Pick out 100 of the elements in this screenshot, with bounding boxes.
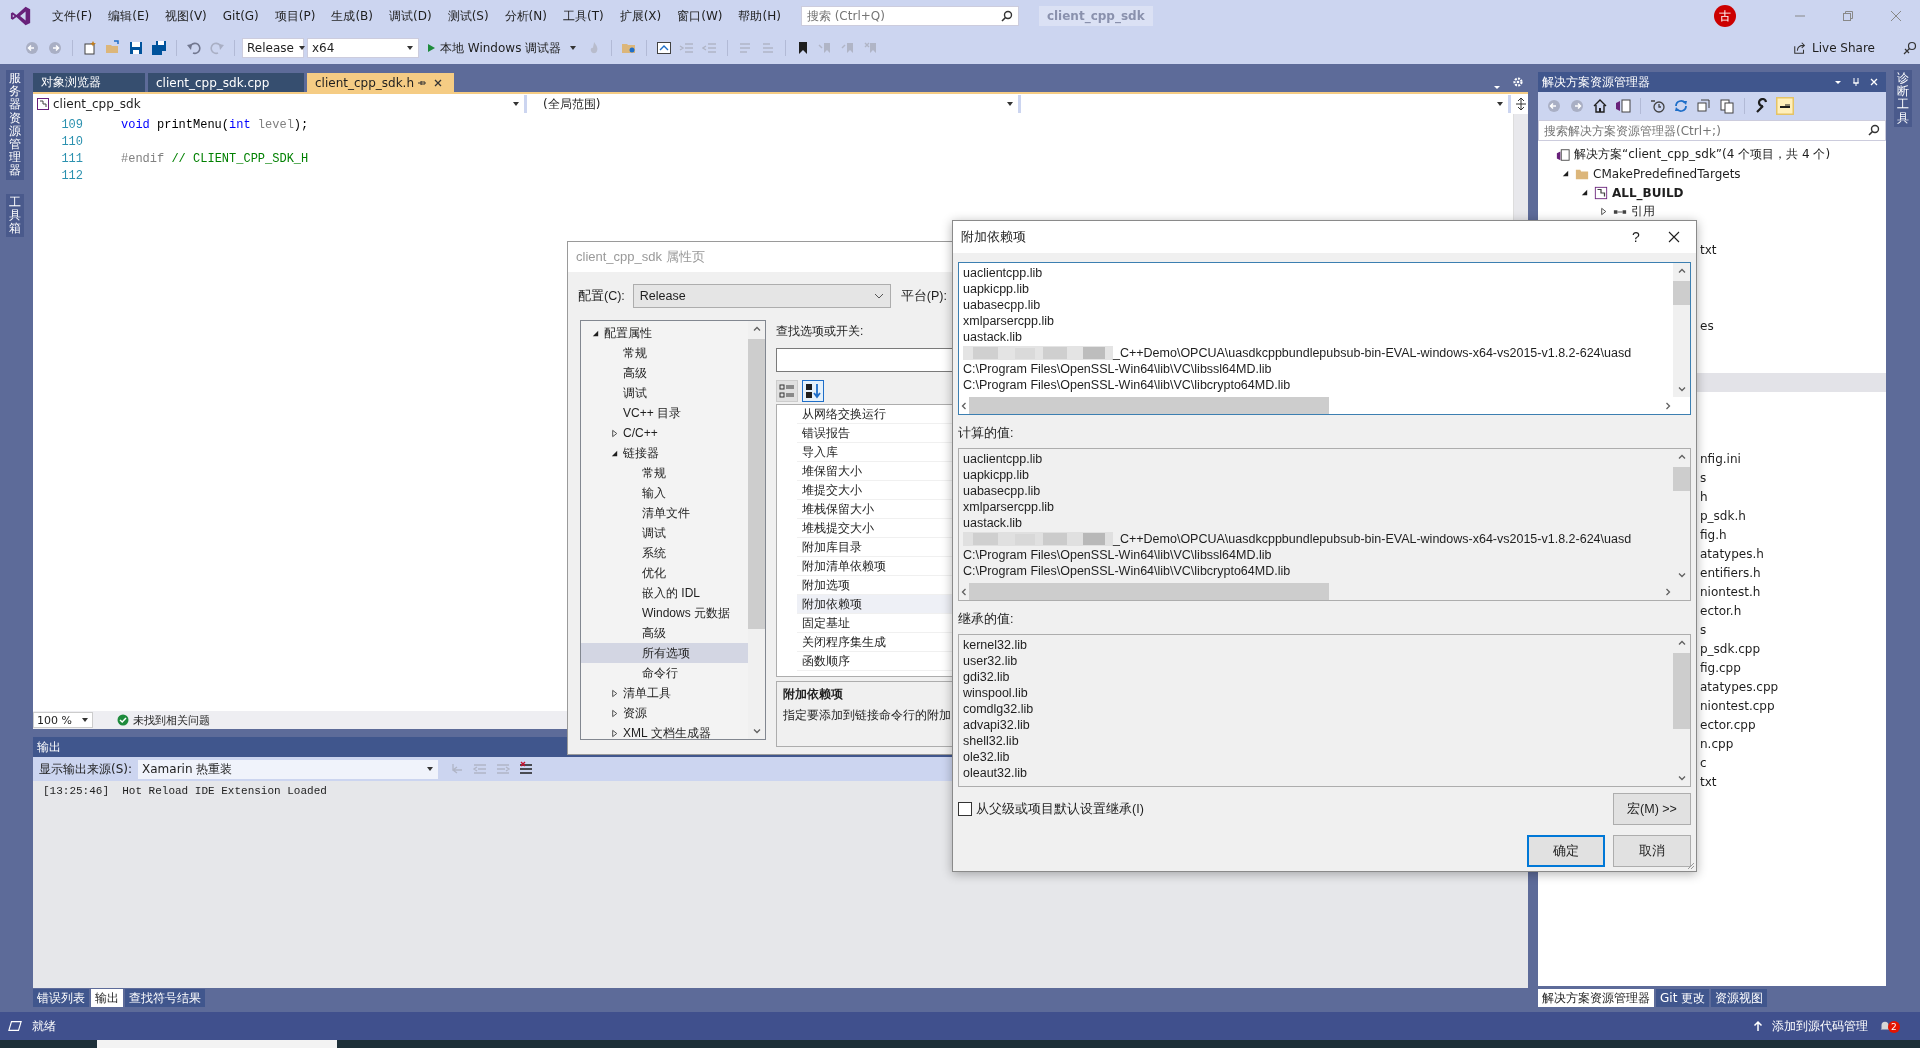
panel-tab[interactable]: 查找符号结果 (125, 989, 205, 1007)
scroll-up-icon[interactable] (1676, 452, 1687, 462)
menu-item[interactable]: 项目(P) (266, 7, 324, 25)
live-share-button[interactable]: Live Share (1787, 39, 1881, 57)
side-tab[interactable]: 诊断工具 (1894, 70, 1912, 127)
panel-tab[interactable]: Git 更改 (1656, 989, 1710, 1007)
configuration-dropdown[interactable]: Release (242, 38, 304, 58)
preview-icon[interactable] (1777, 98, 1793, 114)
tree-item[interactable]: fig.cpp (1700, 660, 1741, 675)
panel-tab[interactable]: 错误列表 (33, 989, 89, 1007)
scroll-down-icon[interactable] (751, 726, 762, 736)
side-tab[interactable]: 服务器资源管理器 (6, 70, 24, 180)
tree-item[interactable]: 输入 (581, 483, 748, 503)
tree-item[interactable]: 命令行 (581, 663, 748, 683)
scroll-up-icon[interactable] (1676, 266, 1687, 276)
close-icon[interactable] (433, 77, 444, 88)
menu-item[interactable]: 扩展(X) (611, 7, 670, 25)
scroll-up-icon[interactable] (751, 324, 762, 334)
tree-item[interactable]: 调试 (581, 383, 748, 403)
checkbox[interactable] (958, 802, 972, 816)
menu-item[interactable]: 帮助(H) (730, 7, 789, 25)
expander-icon[interactable] (1579, 188, 1589, 197)
tree-item[interactable]: es (1700, 318, 1714, 333)
clear-all-icon[interactable] (518, 761, 535, 777)
tree-item[interactable]: txt (1700, 242, 1717, 257)
tree-item[interactable]: c (1700, 755, 1707, 770)
tree-item[interactable]: 清单文件 (581, 503, 748, 523)
copy-icon[interactable] (1719, 98, 1735, 114)
tree-item[interactable]: VC++ 目录 (581, 403, 748, 423)
tree-item[interactable]: h (1700, 489, 1708, 504)
menu-item[interactable]: 生成(B) (323, 7, 381, 25)
menu-item[interactable]: 分析(N) (496, 7, 555, 25)
tree-item[interactable]: Windows 元数据 (581, 603, 748, 623)
dependencies-text-area[interactable] (958, 262, 1691, 415)
panel-tab[interactable]: 解决方案资源管理器 (1538, 989, 1654, 1007)
output-source-dropdown[interactable]: Xamarin 热重装 (138, 759, 439, 779)
home-icon[interactable] (1592, 98, 1608, 114)
tree-item[interactable]: niontest.h (1700, 584, 1761, 599)
undo-icon[interactable] (186, 40, 202, 56)
scrollbar-thumb[interactable] (969, 397, 1329, 414)
new-item-icon[interactable] (82, 40, 98, 56)
menu-item[interactable]: 窗口(W) (669, 7, 731, 25)
menu-item[interactable]: Git(G) (214, 9, 267, 23)
scrollbar-thumb[interactable] (1673, 281, 1690, 305)
tree-item[interactable]: CMakePredefinedTargets (1593, 166, 1741, 181)
scrollbar-thumb[interactable] (969, 583, 1329, 600)
ok-button[interactable]: 确定 (1527, 835, 1605, 867)
avatar[interactable]: 古 (1714, 5, 1736, 27)
resize-grip-icon[interactable] (1685, 860, 1695, 870)
sort-alphabetical-icon[interactable] (802, 380, 824, 402)
scroll-right-icon[interactable] (1663, 400, 1673, 411)
menu-item[interactable]: 调试(D) (381, 7, 440, 25)
tree-item[interactable]: n.cpp (1700, 736, 1734, 751)
menu-item[interactable]: 测试(S) (439, 7, 497, 25)
tree-item[interactable]: 系统 (581, 543, 748, 563)
browser-icon[interactable] (656, 40, 673, 56)
panel-tab[interactable]: 资源视图 (1711, 989, 1768, 1007)
scroll-left-icon[interactable] (959, 586, 969, 597)
search-field[interactable]: 搜索 (Ctrl+Q) (800, 6, 1019, 26)
tree-item[interactable]: ALL_BUILD (1612, 185, 1684, 200)
tree-item[interactable]: C/C++ (581, 423, 748, 443)
macros-button[interactable]: 宏(M) >> (1613, 793, 1691, 825)
pin-icon[interactable] (1851, 77, 1861, 87)
zoom-dropdown[interactable]: 100 % (33, 712, 93, 728)
sync-icon[interactable] (1673, 98, 1689, 114)
scrollbar-thumb[interactable] (1673, 467, 1690, 491)
expander-icon[interactable] (1560, 169, 1570, 178)
split-icon[interactable] (1515, 98, 1527, 110)
scrollbar-thumb[interactable] (748, 339, 765, 629)
tree-item[interactable]: fig.h (1700, 527, 1727, 542)
tree-item[interactable]: 引用 (1631, 203, 1655, 220)
menu-item[interactable]: 文件(F) (44, 7, 101, 25)
tree-item[interactable]: 嵌入的 IDL (581, 583, 748, 603)
tree-item[interactable]: s (1700, 470, 1707, 485)
scroll-down-icon[interactable] (1676, 384, 1687, 394)
menu-item[interactable]: 视图(V) (157, 7, 215, 25)
tree-item[interactable]: niontest.cpp (1700, 698, 1775, 713)
tree-item[interactable]: 常规 (581, 463, 748, 483)
tree-item[interactable]: txt (1700, 774, 1717, 789)
feedback-icon[interactable] (1902, 40, 1918, 56)
configuration-dropdown[interactable]: Release (632, 284, 891, 308)
tree-item[interactable]: s (1700, 622, 1707, 637)
source-control-button[interactable]: 添加到源代码管理 (1752, 1017, 1868, 1035)
restore-icon[interactable] (1842, 10, 1854, 22)
tree-item[interactable]: p_sdk.cpp (1700, 641, 1761, 656)
tree-item[interactable]: 资源 (581, 703, 748, 723)
scroll-down-icon[interactable] (1676, 570, 1687, 580)
save-all-icon[interactable] (151, 40, 167, 56)
tree-item[interactable]: 高级 (581, 363, 748, 383)
scrollbar-thumb[interactable] (1673, 653, 1690, 729)
scroll-left-icon[interactable] (959, 400, 969, 411)
menu-item[interactable]: 编辑(E) (100, 7, 158, 25)
scroll-down-icon[interactable] (1676, 773, 1687, 783)
document-tab[interactable]: client_cpp_sdk.cpp (148, 73, 304, 92)
search-field[interactable]: 搜索解决方案资源管理器(Ctrl+;) (1538, 120, 1886, 141)
tree-item[interactable]: entifiers.h (1700, 565, 1761, 580)
wrench-icon[interactable] (1754, 98, 1770, 114)
tree-item[interactable]: 链接器 (581, 443, 748, 463)
save-icon[interactable] (128, 40, 144, 56)
tree-item[interactable]: ector.h (1700, 603, 1742, 618)
